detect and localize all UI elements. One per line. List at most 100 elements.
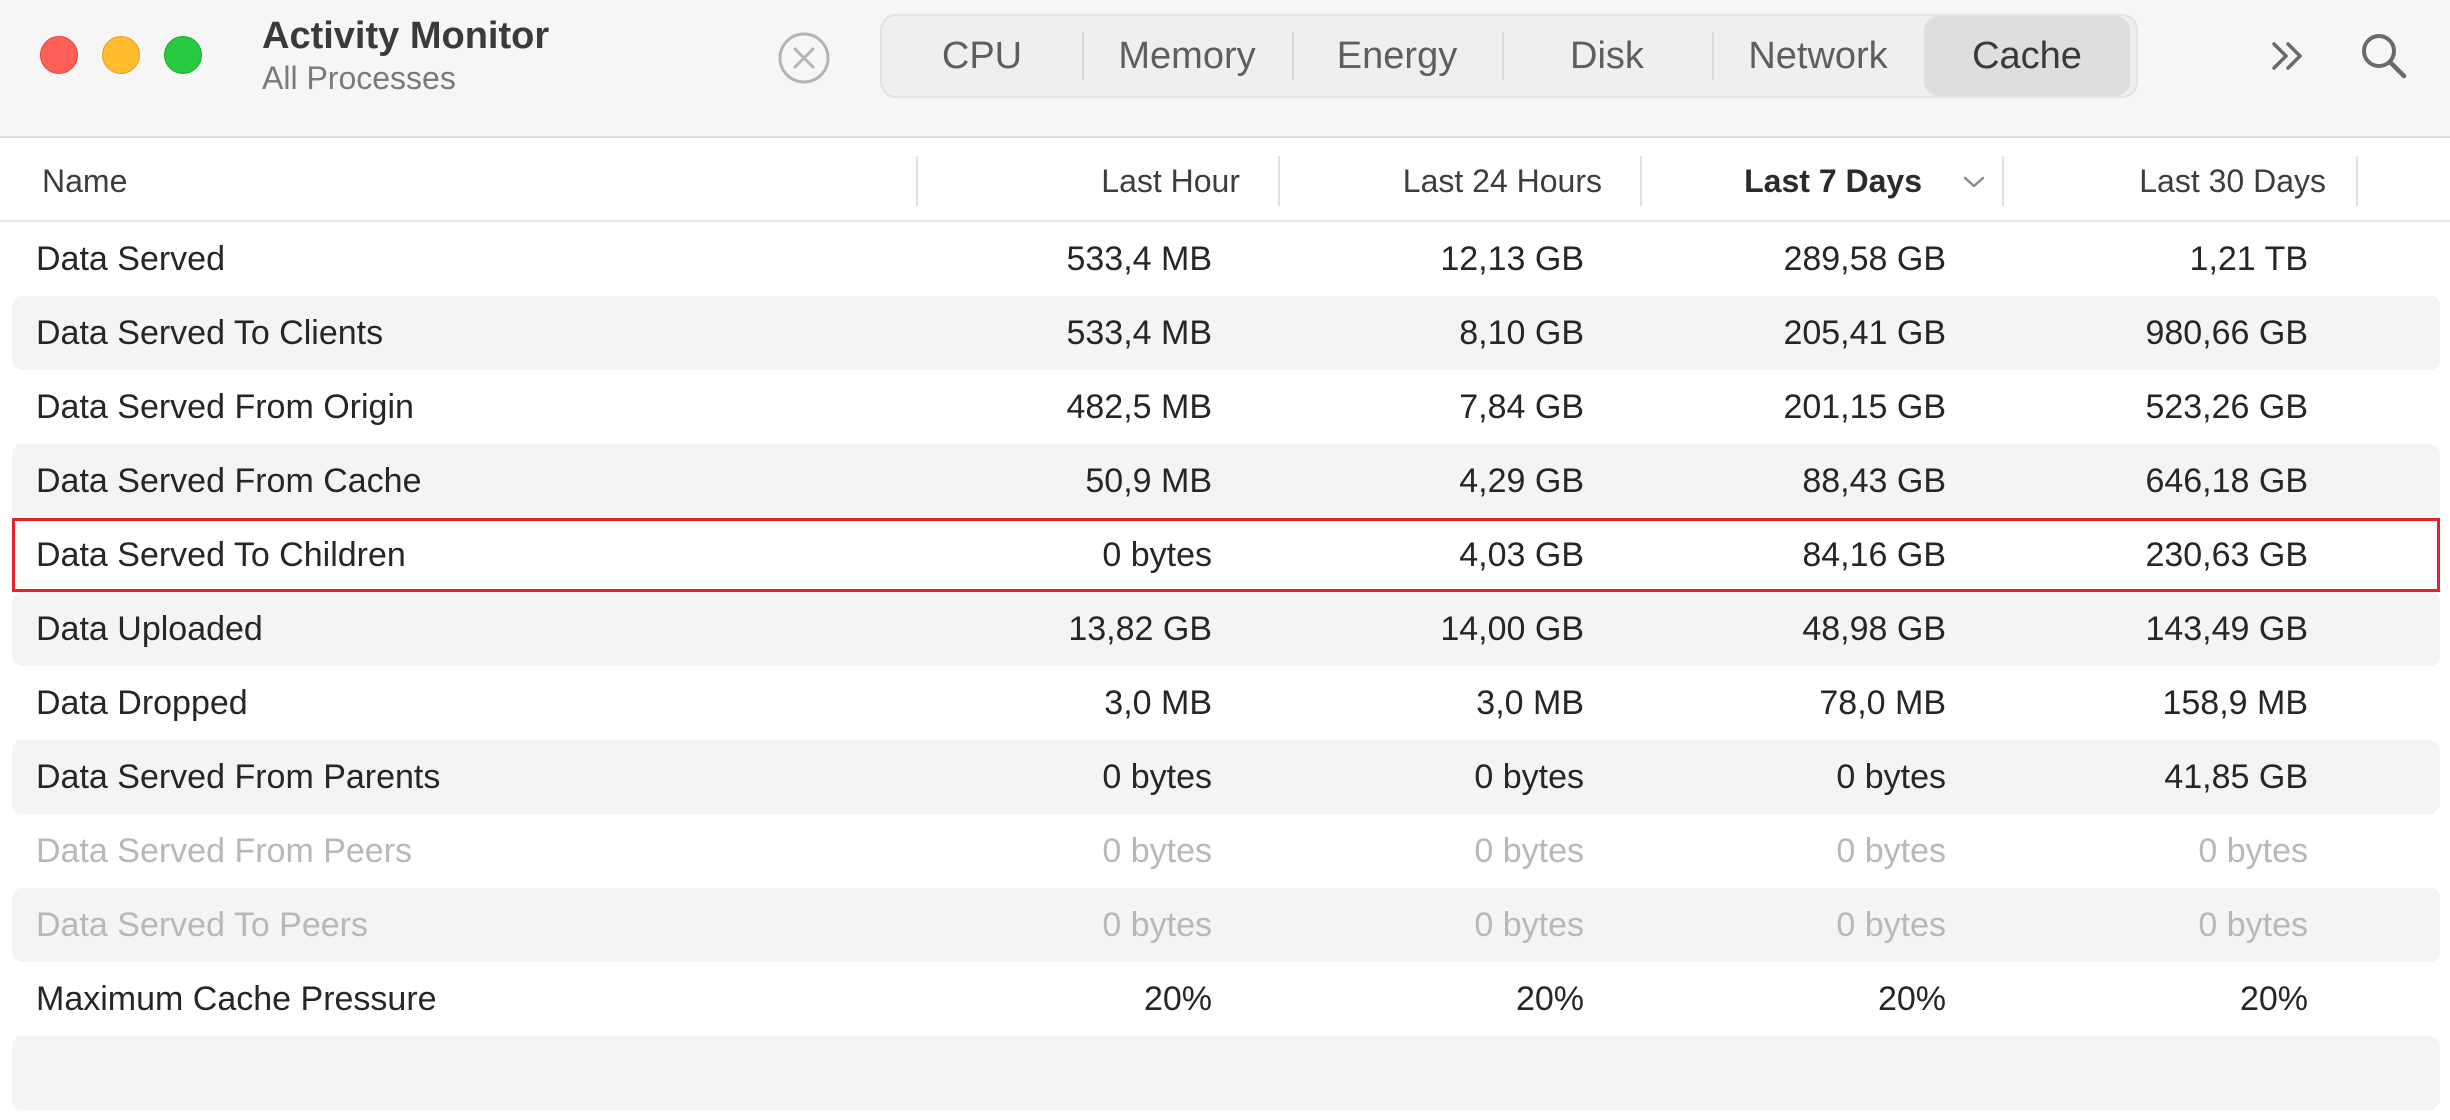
table-row[interactable]: Data Uploaded 13,82 GB 14,00 GB 48,98 GB 143… [12,592,2440,666]
activity-monitor-window: Activity Monitor All Processes CPU Memor… [0,0,2450,1120]
row-name: Data Served To Peers [36,906,368,944]
row-name: Data Served From Origin [36,388,414,426]
toolbar-overflow-button[interactable] [2262,30,2314,82]
last-hour-value: 0 bytes [1102,536,1212,574]
last-30-days-value: 980,66 GB [2145,314,2308,352]
tab-network[interactable]: Network [1712,16,1924,96]
column-header-last-30-days[interactable]: Last 30 Days [2014,140,2326,222]
search-button[interactable] [2356,28,2412,84]
last-30-days-value: 646,18 GB [2145,462,2308,500]
table-row[interactable]: Data Served 533,4 MB 12,13 GB 289,58 GB 1,21… [12,222,2440,296]
column-header-name[interactable]: Name [42,140,127,222]
table-row[interactable]: Data Served From Origin 482,5 MB 7,84 GB 20… [12,370,2440,444]
last-7-days-value [1636,1036,1946,1110]
last-30-days-value [1998,1036,2308,1110]
window-title: Activity Monitor [262,15,550,57]
last-30-days-value: 523,26 GB [2145,388,2308,426]
last-hour-value: 533,4 MB [1066,240,1212,278]
last-7-days-value: 201,15 GB [1783,388,1946,426]
last-hour-value: 20% [1143,980,1212,1018]
row-name: Data Served From Parents [36,758,441,796]
chevron-double-right-icon [2272,42,2302,70]
close-window-button[interactable] [40,36,78,74]
tab-cpu[interactable]: CPU [882,16,1082,96]
last-30-days-value: 158,9 MB [2162,684,2308,722]
last-24-hours-value: 7,84 GB [1459,388,1584,426]
chevron-down-icon[interactable] [1960,170,1988,194]
table-row[interactable]: Data Served From Cache 50,9 MB 4,29 GB 88,4… [12,444,2440,518]
last-7-days-value: 48,98 GB [1802,610,1946,648]
column-header-last-7-days[interactable]: Last 7 Days [1652,140,1922,222]
last-24-hours-value: 0 bytes [1474,832,1584,870]
column-divider[interactable] [1640,156,1642,206]
row-name: Data Uploaded [36,610,263,648]
cache-statistics-table: Data Served 533,4 MB 12,13 GB 289,58 GB 1,21… [12,222,2440,1110]
column-divider[interactable] [1278,156,1280,206]
table-row[interactable]: Data Served To Children 0 bytes 4,03 GB 84,… [12,518,2440,592]
last-30-days-value: 20% [2239,980,2308,1018]
last-24-hours-value: 4,03 GB [1459,536,1584,574]
last-hour-value: 13,82 GB [1068,610,1212,648]
table-row[interactable]: Data Dropped 3,0 MB 3,0 MB 78,0 MB 158,9 MB [12,666,2440,740]
search-icon [2362,34,2407,79]
last-7-days-value: 84,16 GB [1802,536,1946,574]
column-divider[interactable] [916,156,918,206]
last-30-days-value: 230,63 GB [2145,536,2308,574]
category-tabs: CPU Memory Energy Disk Network Cache [880,14,2138,98]
title-block: Activity Monitor All Processes [262,14,549,98]
stop-process-button[interactable] [776,30,832,86]
last-24-hours-value: 3,0 MB [1476,684,1584,722]
column-header-last-24-hours[interactable]: Last 24 Hours [1290,140,1602,222]
last-hour-value: 3,0 MB [1104,684,1212,722]
row-name: Data Served From Peers [36,832,413,870]
last-24-hours-value: 14,00 GB [1440,610,1584,648]
table-row[interactable]: Maximum Cache Pressure 20% 20% 20% 20% [12,962,2440,1036]
last-24-hours-value: 12,13 GB [1440,240,1584,278]
last-7-days-value: 0 bytes [1836,758,1946,796]
last-7-days-value: 0 bytes [1836,832,1946,870]
stop-process-icon [778,32,830,84]
table-row[interactable]: Data Served From Peers 0 bytes 0 bytes 0 by… [12,814,2440,888]
row-name: Data Served To Clients [36,314,384,352]
last-7-days-value: 88,43 GB [1802,462,1946,500]
tab-memory[interactable]: Memory [1082,16,1292,96]
table-row[interactable]: Data Served From Parents 0 bytes 0 bytes 0 … [12,740,2440,814]
last-hour-value: 50,9 MB [1085,462,1212,500]
last-hour-value: 533,4 MB [1066,314,1212,352]
column-header-last-hour[interactable]: Last Hour [930,140,1240,222]
last-24-hours-value [1274,1036,1584,1110]
last-24-hours-value: 4,29 GB [1459,462,1584,500]
process-filter-label[interactable]: All Processes [262,58,549,98]
column-divider[interactable] [2356,156,2358,206]
row-name: Data Served From Cache [36,462,422,500]
last-30-days-value: 41,85 GB [2164,758,2308,796]
table-row[interactable]: Data Served To Peers 0 bytes 0 bytes 0 byte… [12,888,2440,962]
last-30-days-value: 1,21 TB [2189,240,2308,278]
table-column-header: Name Last Hour Last 24 Hours Last 7 Days… [0,140,2450,222]
tab-disk[interactable]: Disk [1502,16,1712,96]
minimize-window-button[interactable] [102,36,140,74]
last-7-days-value: 205,41 GB [1783,314,1946,352]
column-divider[interactable] [2002,156,2004,206]
last-hour-value: 482,5 MB [1066,388,1212,426]
table-row[interactable] [12,1036,2440,1110]
zoom-window-button[interactable] [164,36,202,74]
last-7-days-value: 20% [1877,980,1946,1018]
row-name: Data Served [36,240,225,278]
table-row[interactable]: Data Served To Clients 533,4 MB 8,10 GB 205… [12,296,2440,370]
last-24-hours-value: 8,10 GB [1459,314,1584,352]
last-30-days-value: 0 bytes [2198,906,2308,944]
last-24-hours-value: 20% [1515,980,1584,1018]
tab-energy[interactable]: Energy [1292,16,1502,96]
row-name: Maximum Cache Pressure [36,980,437,1018]
last-hour-value: 0 bytes [1102,758,1212,796]
last-7-days-value: 0 bytes [1836,906,1946,944]
last-30-days-value: 0 bytes [2198,832,2308,870]
last-7-days-value: 289,58 GB [1783,240,1946,278]
last-24-hours-value: 0 bytes [1474,906,1584,944]
row-name: Data Served To Children [36,536,406,574]
last-hour-value [912,1036,1212,1110]
tab-cache[interactable]: Cache [1924,16,2130,96]
row-name: Data Dropped [36,684,248,722]
last-30-days-value: 143,49 GB [2145,610,2308,648]
